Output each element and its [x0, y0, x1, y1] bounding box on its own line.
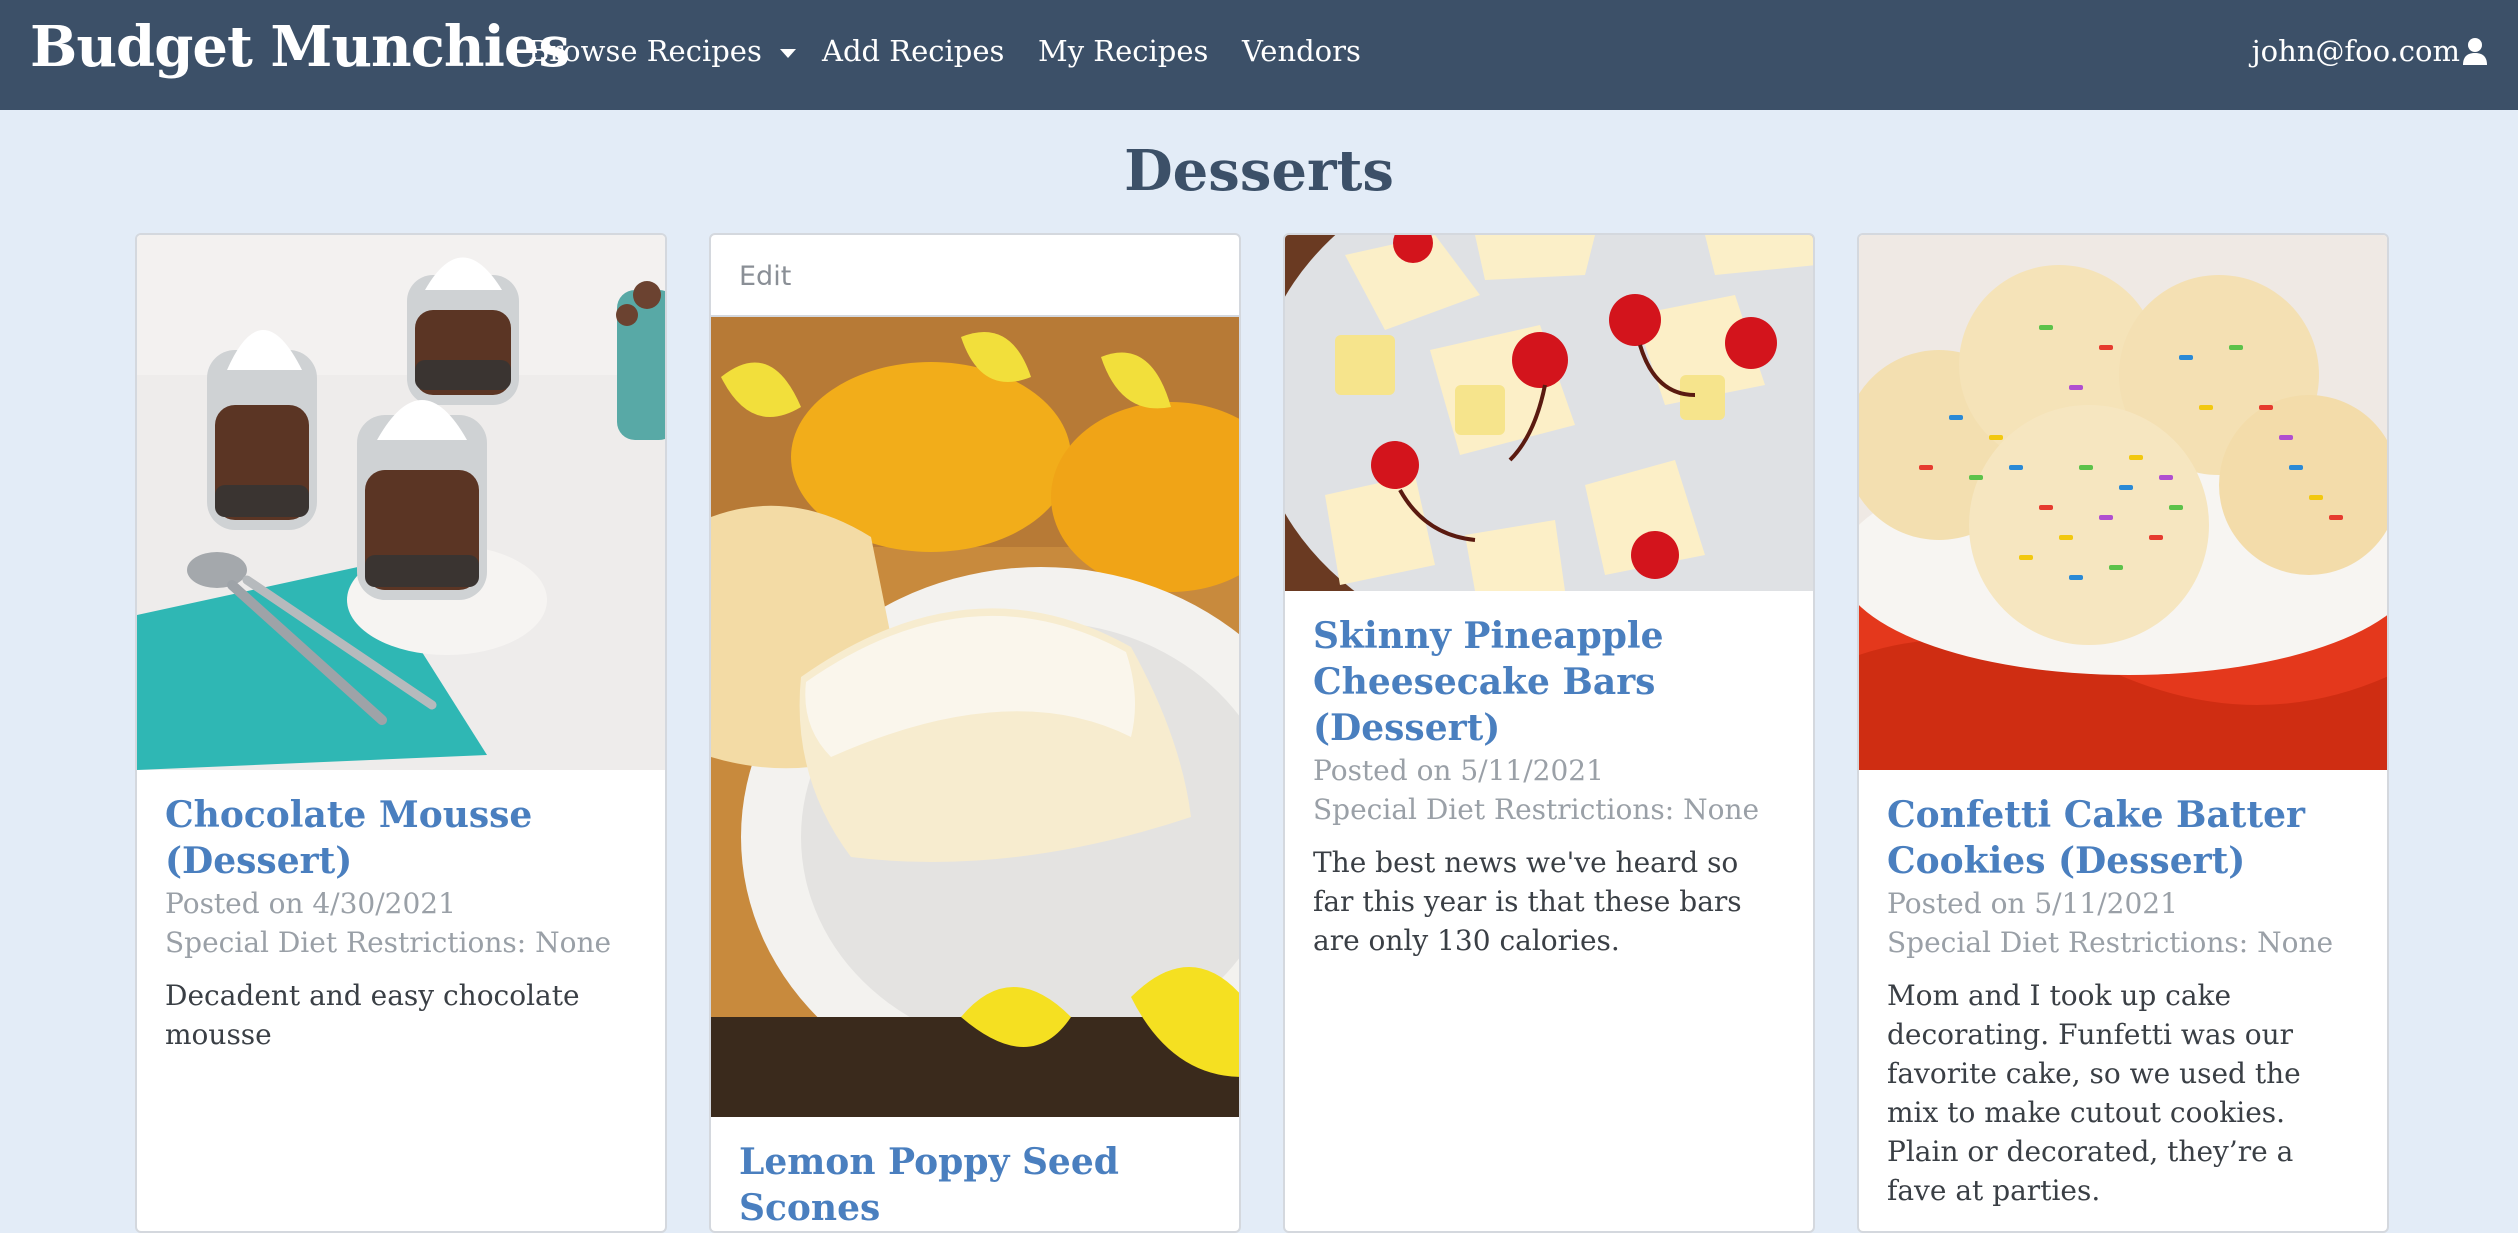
chevron-down-icon: [779, 48, 796, 58]
recipe-title[interactable]: Skinny Pineapple Cheesecake Bars (Desser…: [1313, 613, 1785, 751]
nav-add-recipes[interactable]: Add Recipes: [822, 34, 1004, 68]
nav-my-recipes[interactable]: My Recipes: [1038, 34, 1208, 68]
posted-date: Posted on 5/11/2021: [1887, 887, 2178, 920]
nav-browse-recipes-dropdown[interactable]: Browse Recipes: [528, 34, 796, 68]
posted-date: Posted on 4/30/2021: [165, 887, 456, 920]
page-title: Desserts: [1124, 138, 1394, 204]
diet-restrictions: Special Diet Restrictions: None: [165, 926, 612, 959]
recipe-image-pineapple-cheesecake[interactable]: [1285, 235, 1813, 591]
edit-link[interactable]: Edit: [739, 261, 791, 292]
recipe-title[interactable]: Confetti Cake Batter Cookies (Dessert): [1887, 792, 2359, 884]
card-body: Skinny Pineapple Cheesecake Bars (Desser…: [1285, 591, 1813, 960]
diet-restrictions: Special Diet Restrictions: None: [1313, 793, 1760, 826]
recipe-description: The best news we've heard so far this ye…: [1313, 846, 1742, 957]
recipe-card[interactable]: Skinny Pineapple Cheesecake Bars (Desser…: [1283, 233, 1815, 1233]
user-menu[interactable]: john@foo.com: [2252, 34, 2488, 68]
recipe-title[interactable]: Chocolate Mousse (Dessert): [165, 792, 637, 884]
recipe-image-chocolate-mousse[interactable]: [137, 235, 665, 770]
card-body: Lemon Poppy Seed Scones: [711, 1117, 1239, 1231]
recipe-description: Mom and I took up cake decorating. Funfe…: [1887, 979, 2301, 1207]
navbar: Budget Munchies Browse Recipes Add Recip…: [0, 0, 2518, 110]
card-body: Chocolate Mousse (Dessert) Posted on 4/3…: [137, 770, 665, 1054]
recipe-card[interactable]: Confetti Cake Batter Cookies (Dessert) P…: [1857, 233, 2389, 1233]
recipe-title[interactable]: Lemon Poppy Seed Scones: [739, 1139, 1211, 1231]
recipe-image-lemon-scones[interactable]: [711, 317, 1239, 1117]
card-header: Edit: [711, 235, 1239, 317]
user-email: john@foo.com: [2251, 34, 2460, 68]
nav-vendors[interactable]: Vendors: [1242, 34, 1361, 68]
brand-logo-text[interactable]: Budget Munchies: [30, 14, 570, 80]
recipe-card[interactable]: Edit Lemon Poppy Seed Scones: [709, 233, 1241, 1233]
recipe-image-confetti-cookies[interactable]: [1859, 235, 2387, 770]
diet-restrictions: Special Diet Restrictions: None: [1887, 926, 2334, 959]
user-icon: [2462, 37, 2488, 65]
card-body: Confetti Cake Batter Cookies (Dessert) P…: [1859, 770, 2387, 1210]
nav-browse-recipes-label: Browse Recipes: [528, 34, 762, 68]
posted-date: Posted on 5/11/2021: [1313, 754, 1604, 787]
recipe-description: Decadent and easy chocolate mousse: [165, 979, 580, 1051]
recipe-card[interactable]: Chocolate Mousse (Dessert) Posted on 4/3…: [135, 233, 667, 1233]
